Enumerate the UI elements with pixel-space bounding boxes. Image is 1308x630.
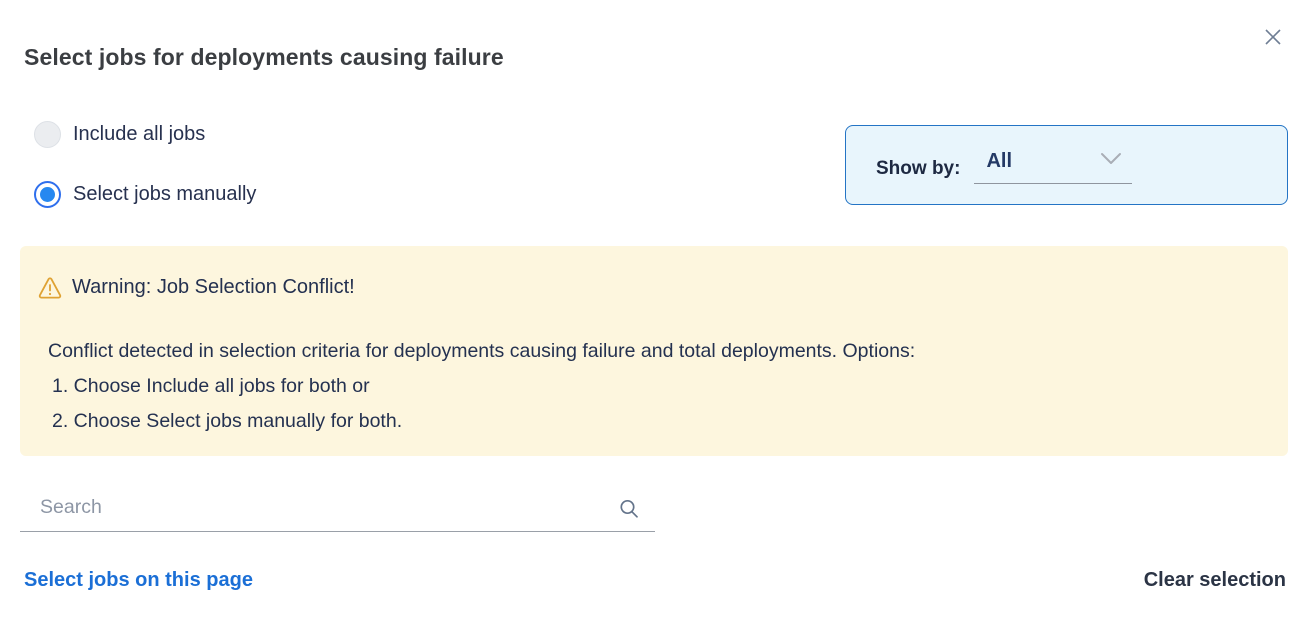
radio-label: Include all jobs xyxy=(73,123,205,146)
show-by-panel: Show by: All xyxy=(845,125,1288,205)
show-by-label: Show by: xyxy=(876,150,960,180)
warning-message: Conflict detected in selection criteria … xyxy=(48,334,1258,369)
warning-triangle-icon xyxy=(38,277,62,299)
radio-label: Select jobs manually xyxy=(73,183,256,206)
select-jobs-on-page-link[interactable]: Select jobs on this page xyxy=(24,569,253,592)
warning-heading: Warning: Job Selection Conflict! xyxy=(38,276,1258,299)
select-jobs-dialog: Select jobs for deployments causing fail… xyxy=(0,0,1308,630)
close-icon[interactable] xyxy=(1258,22,1288,52)
chevron-down-icon xyxy=(1100,152,1122,171)
show-by-dropdown[interactable]: All xyxy=(974,150,1132,184)
clear-selection-button[interactable]: Clear selection xyxy=(1144,569,1286,592)
radio-selected-icon[interactable] xyxy=(34,181,61,208)
search-input[interactable] xyxy=(20,496,617,525)
search-icon[interactable] xyxy=(617,497,655,525)
warning-option-2: 2. Choose Select jobs manually for both. xyxy=(52,404,1258,439)
search-field-row xyxy=(20,490,655,532)
radio-select-jobs-manually[interactable]: Select jobs manually xyxy=(34,181,256,208)
show-by-selected-value: All xyxy=(986,150,1012,173)
radio-include-all-jobs[interactable]: Include all jobs xyxy=(34,121,205,148)
radio-unselected-icon[interactable] xyxy=(34,121,61,148)
warning-option-1: 1. Choose Include all jobs for both or xyxy=(52,369,1258,404)
warning-title: Warning: Job Selection Conflict! xyxy=(72,276,355,299)
page-title: Select jobs for deployments causing fail… xyxy=(24,44,504,71)
warning-banner: Warning: Job Selection Conflict! Conflic… xyxy=(20,246,1288,456)
